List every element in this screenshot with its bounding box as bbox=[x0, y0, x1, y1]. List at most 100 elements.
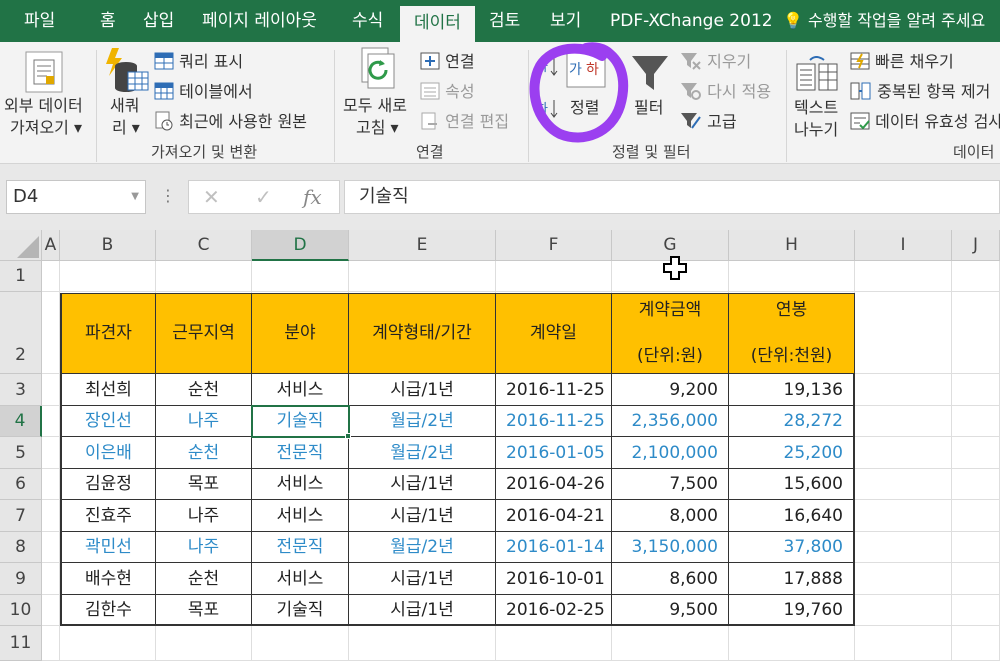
row-header-7[interactable]: 7 bbox=[0, 500, 42, 532]
cell-i7[interactable] bbox=[855, 500, 952, 532]
cell-j7[interactable] bbox=[952, 500, 1000, 532]
flash-fill-button[interactable]: 빠른 채우기 bbox=[850, 48, 954, 72]
cell-d1[interactable] bbox=[252, 261, 349, 292]
table-cell-e3[interactable]: 시급/1년 bbox=[349, 374, 496, 406]
table-cell-d6[interactable]: 서비스 bbox=[252, 469, 349, 500]
tab-formulas[interactable]: 수식 bbox=[352, 0, 383, 42]
cell-a9[interactable] bbox=[42, 563, 60, 595]
table-cell-f4[interactable]: 2016-11-25 bbox=[496, 406, 612, 437]
table-cell-g4[interactable]: 2,356,000 bbox=[612, 406, 729, 437]
column-header-h[interactable]: H bbox=[729, 230, 855, 261]
tab-pdf-xchange[interactable]: PDF-XChange 2012 bbox=[610, 0, 773, 42]
cell-g11[interactable] bbox=[612, 626, 729, 661]
cell-i9[interactable] bbox=[855, 563, 952, 595]
table-cell-b9[interactable]: 배수현 bbox=[60, 563, 156, 595]
row-header-1[interactable]: 1 bbox=[0, 261, 42, 292]
reapply-button[interactable]: 다시 적용 bbox=[680, 78, 771, 102]
table-cell-b8[interactable]: 곽민선 bbox=[60, 532, 156, 563]
fill-handle[interactable] bbox=[345, 433, 351, 439]
cell-a6[interactable] bbox=[42, 469, 60, 500]
table-cell-c6[interactable]: 목포 bbox=[156, 469, 252, 500]
table-cell-d3[interactable]: 서비스 bbox=[252, 374, 349, 406]
column-header-d[interactable]: D bbox=[252, 230, 349, 261]
table-cell-e8[interactable]: 월급/2년 bbox=[349, 532, 496, 563]
row-header-3[interactable]: 3 bbox=[0, 374, 42, 406]
table-cell-f7[interactable]: 2016-04-21 bbox=[496, 500, 612, 532]
table-cell-g5[interactable]: 2,100,000 bbox=[612, 437, 729, 469]
table-cell-b4[interactable]: 장인선 bbox=[60, 406, 156, 437]
table-cell-g3[interactable]: 9,200 bbox=[612, 374, 729, 406]
table-cell-d5[interactable]: 전문직 bbox=[252, 437, 349, 469]
table-cell-h9[interactable]: 17,888 bbox=[729, 563, 855, 595]
table-cell-b10[interactable]: 김한수 bbox=[60, 595, 156, 626]
table-cell-f5[interactable]: 2016-01-05 bbox=[496, 437, 612, 469]
cell-b11[interactable] bbox=[60, 626, 156, 661]
cell-h1[interactable] bbox=[729, 261, 855, 292]
cell-i3[interactable] bbox=[855, 374, 952, 406]
cell-e1[interactable] bbox=[349, 261, 496, 292]
table-cell-f3[interactable]: 2016-11-25 bbox=[496, 374, 612, 406]
row-header-2[interactable]: 2 bbox=[0, 292, 42, 374]
cell-b1[interactable] bbox=[60, 261, 156, 292]
edit-links-button[interactable]: 연결 편집 bbox=[420, 108, 509, 132]
cell-i11[interactable] bbox=[855, 626, 952, 661]
cell-j11[interactable] bbox=[952, 626, 1000, 661]
table-cell-f10[interactable]: 2016-02-25 bbox=[496, 595, 612, 626]
cell-j6[interactable] bbox=[952, 469, 1000, 500]
table-cell-e4[interactable]: 월급/2년 bbox=[349, 406, 496, 437]
table-cell-g7[interactable]: 8,000 bbox=[612, 500, 729, 532]
table-cell-b3[interactable]: 최선희 bbox=[60, 374, 156, 406]
row-header-8[interactable]: 8 bbox=[0, 532, 42, 563]
cell-j9[interactable] bbox=[952, 563, 1000, 595]
cell-e11[interactable] bbox=[349, 626, 496, 661]
cell-j2[interactable] bbox=[952, 292, 1000, 374]
table-cell-c10[interactable]: 목포 bbox=[156, 595, 252, 626]
remove-duplicates-button[interactable]: 중복된 항목 제거 bbox=[850, 78, 990, 102]
cell-j10[interactable] bbox=[952, 595, 1000, 626]
table-cell-b6[interactable]: 김윤정 bbox=[60, 469, 156, 500]
cell-a8[interactable] bbox=[42, 532, 60, 563]
cell-a3[interactable] bbox=[42, 374, 60, 406]
name-box[interactable]: D4 ▼ bbox=[6, 180, 146, 214]
row-header-5[interactable]: 5 bbox=[0, 437, 42, 469]
from-table-button[interactable]: 테이블에서 bbox=[154, 78, 253, 102]
cell-f11[interactable] bbox=[496, 626, 612, 661]
cell-j8[interactable] bbox=[952, 532, 1000, 563]
table-cell-d8[interactable]: 전문직 bbox=[252, 532, 349, 563]
cell-i10[interactable] bbox=[855, 595, 952, 626]
cell-a11[interactable] bbox=[42, 626, 60, 661]
advanced-filter-button[interactable]: 고급 bbox=[680, 108, 737, 132]
table-cell-c7[interactable]: 나주 bbox=[156, 500, 252, 532]
chevron-down-icon[interactable]: ▼ bbox=[131, 181, 139, 213]
table-cell-d7[interactable]: 서비스 bbox=[252, 500, 349, 532]
cell-i5[interactable] bbox=[855, 437, 952, 469]
column-header-e[interactable]: E bbox=[349, 230, 496, 261]
table-cell-h8[interactable]: 37,800 bbox=[729, 532, 855, 563]
tab-insert[interactable]: 삽입 bbox=[143, 0, 174, 42]
table-cell-d9[interactable]: 서비스 bbox=[252, 563, 349, 595]
table-cell-c5[interactable]: 순천 bbox=[156, 437, 252, 469]
recent-sources-button[interactable]: 최근에 사용한 원본 bbox=[154, 108, 307, 132]
table-cell-h4[interactable]: 28,272 bbox=[729, 406, 855, 437]
cell-c11[interactable] bbox=[156, 626, 252, 661]
table-cell-c8[interactable]: 나주 bbox=[156, 532, 252, 563]
table-cell-f6[interactable]: 2016-04-26 bbox=[496, 469, 612, 500]
table-cell-g10[interactable]: 9,500 bbox=[612, 595, 729, 626]
table-cell-g9[interactable]: 8,600 bbox=[612, 563, 729, 595]
enter-icon[interactable]: ✓ bbox=[255, 185, 272, 209]
table-cell-g8[interactable]: 3,150,000 bbox=[612, 532, 729, 563]
worksheet-grid[interactable]: A B C D E F G H I J 1 2 3 4 5 6 7 8 9 10 11 파견자 근무지역 분야 계약형태/기간 계… bbox=[0, 230, 1000, 661]
table-cell-h10[interactable]: 19,760 bbox=[729, 595, 855, 626]
column-header-f[interactable]: F bbox=[496, 230, 612, 261]
cell-a5[interactable] bbox=[42, 437, 60, 469]
cell-i6[interactable] bbox=[855, 469, 952, 500]
row-header-11[interactable]: 11 bbox=[0, 626, 42, 661]
table-cell-b7[interactable]: 진효주 bbox=[60, 500, 156, 532]
row-header-6[interactable]: 6 bbox=[0, 469, 42, 500]
insert-function-icon[interactable]: fx bbox=[303, 185, 322, 209]
table-cell-c9[interactable]: 순천 bbox=[156, 563, 252, 595]
row-header-4[interactable]: 4 bbox=[0, 406, 42, 437]
tell-me-box[interactable]: 💡 수행할 작업을 알려 주세요 bbox=[783, 0, 985, 42]
cell-a7[interactable] bbox=[42, 500, 60, 532]
table-cell-c3[interactable]: 순천 bbox=[156, 374, 252, 406]
